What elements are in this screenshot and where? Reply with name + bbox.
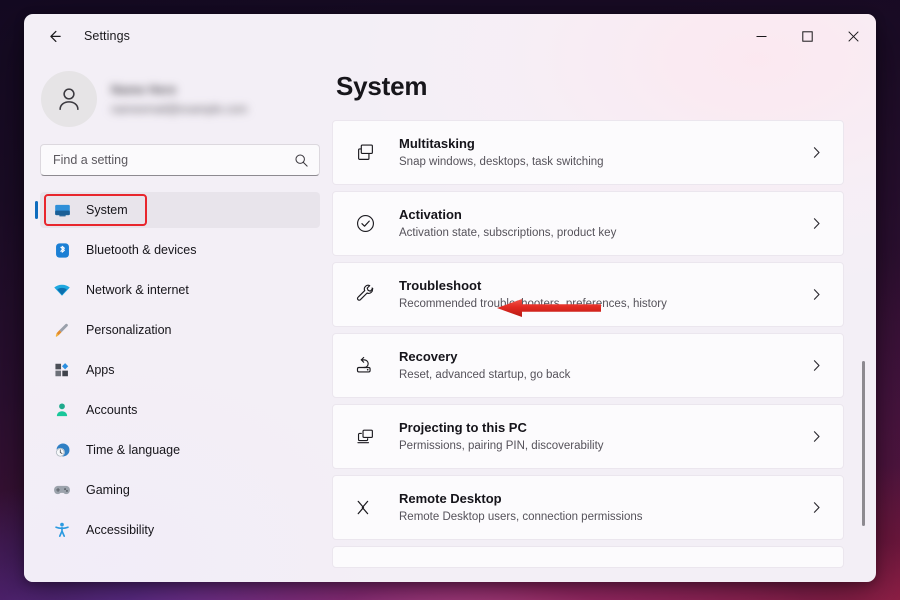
search-input[interactable] (53, 153, 294, 167)
sidebar-item-label: Network & internet (86, 283, 189, 297)
sidebar-item-label: Accounts (86, 403, 137, 417)
sidebar-item-label: Gaming (86, 483, 130, 497)
account-text: Name Here nameemail@example.com (111, 83, 247, 116)
bluetooth-icon (52, 240, 72, 260)
wrench-icon (353, 283, 377, 307)
settings-card-subtitle: Activation state, subscriptions, product… (399, 225, 810, 241)
account-email: nameemail@example.com (111, 104, 247, 116)
sidebar-item-label: Personalization (86, 323, 171, 337)
settings-card-troubleshoot[interactable]: Troubleshoot Recommended troubleshooters… (332, 262, 844, 327)
apps-grid-icon (52, 360, 72, 380)
settings-card-text: Recovery Reset, advanced startup, go bac… (399, 348, 810, 383)
search-icon (294, 153, 309, 168)
sidebar-item-label: Time & language (86, 443, 180, 457)
settings-card-multitasking[interactable]: Multitasking Snap windows, desktops, tas… (332, 120, 844, 185)
chevron-right-icon[interactable] (810, 146, 823, 159)
window-controls (738, 14, 876, 58)
settings-list: Multitasking Snap windows, desktops, tas… (332, 114, 876, 568)
recovery-undo-icon (353, 354, 377, 378)
monitor-icon (52, 200, 72, 220)
wifi-icon (52, 280, 72, 300)
settings-card-text: Remote Desktop Remote Desktop users, con… (399, 490, 810, 525)
sidebar-item-bluetooth-devices[interactable]: Bluetooth & devices (40, 232, 320, 268)
scrollbar[interactable] (859, 114, 869, 572)
account-block[interactable]: Name Here nameemail@example.com (40, 58, 320, 130)
window-title: Settings (84, 29, 130, 43)
check-circle-icon (353, 212, 377, 236)
settings-card-subtitle: Permissions, pairing PIN, discoverabilit… (399, 438, 810, 454)
maximize-icon (802, 31, 813, 42)
sidebar-item-time-language[interactable]: Time & language (40, 432, 320, 468)
title-bar: Settings (24, 14, 876, 58)
settings-card-text: Projecting to this PC Permissions, pairi… (399, 419, 810, 454)
remote-desktop-brackets-icon (353, 496, 377, 520)
accessibility-icon (52, 520, 72, 540)
multitasking-windows-icon (353, 141, 377, 165)
minimize-icon (756, 31, 767, 42)
settings-card-text: Troubleshoot Recommended troubleshooters… (399, 277, 810, 312)
settings-card-title: Recovery (399, 348, 810, 365)
scrollbar-thumb[interactable] (862, 361, 865, 526)
sidebar-item-accounts[interactable]: Accounts (40, 392, 320, 428)
settings-window: Settings (24, 14, 876, 582)
chevron-right-icon[interactable] (810, 430, 823, 443)
settings-card-title: Remote Desktop (399, 490, 810, 507)
sidebar-item-label: System (86, 203, 128, 217)
sidebar-item-network-internet[interactable]: Network & internet (40, 272, 320, 308)
settings-card-subtitle: Snap windows, desktops, task switching (399, 154, 810, 170)
minimize-button[interactable] (738, 14, 784, 58)
close-icon (848, 31, 859, 42)
page-title: System (336, 58, 876, 114)
sidebar-item-gaming[interactable]: Gaming (40, 472, 320, 508)
search-box[interactable] (40, 144, 320, 176)
sidebar: Name Here nameemail@example.com (24, 58, 332, 582)
chevron-right-icon[interactable] (810, 359, 823, 372)
person-icon (52, 400, 72, 420)
avatar (41, 71, 97, 127)
settings-card-title: Troubleshoot (399, 277, 810, 294)
settings-card-recovery[interactable]: Recovery Reset, advanced startup, go bac… (332, 333, 844, 398)
sidebar-item-label: Bluetooth & devices (86, 243, 197, 257)
settings-card-title: Activation (399, 206, 810, 223)
arrow-left-icon (46, 28, 63, 45)
sidebar-item-apps[interactable]: Apps (40, 352, 320, 388)
close-button[interactable] (830, 14, 876, 58)
settings-card-partial-bottom[interactable] (332, 546, 844, 568)
maximize-button[interactable] (784, 14, 830, 58)
settings-card-activation[interactable]: Activation Activation state, subscriptio… (332, 191, 844, 256)
settings-card-remote-desktop[interactable]: Remote Desktop Remote Desktop users, con… (332, 475, 844, 540)
sidebar-item-label: Accessibility (86, 523, 154, 537)
settings-card-projecting-to-this-pc[interactable]: Projecting to this PC Permissions, pairi… (332, 404, 844, 469)
sidebar-item-accessibility[interactable]: Accessibility (40, 512, 320, 548)
settings-card-subtitle: Remote Desktop users, connection permiss… (399, 509, 810, 525)
chevron-right-icon[interactable] (810, 501, 823, 514)
clock-globe-icon (52, 440, 72, 460)
settings-card-text: Multitasking Snap windows, desktops, tas… (399, 135, 810, 170)
gamepad-icon (52, 480, 72, 500)
settings-card-subtitle: Recommended troubleshooters, preferences… (399, 296, 810, 312)
sidebar-item-system[interactable]: System (40, 192, 320, 228)
paintbrush-icon (52, 320, 72, 340)
chevron-right-icon[interactable] (810, 288, 823, 301)
desktop-wallpaper: Settings (0, 0, 900, 600)
settings-card-title: Projecting to this PC (399, 419, 810, 436)
settings-card-text: Activation Activation state, subscriptio… (399, 206, 810, 241)
chevron-right-icon[interactable] (810, 217, 823, 230)
project-screens-icon (353, 425, 377, 449)
person-avatar-icon (54, 84, 84, 114)
nav-list: System Bluetooth & devices (40, 192, 320, 548)
sidebar-item-personalization[interactable]: Personalization (40, 312, 320, 348)
back-button[interactable] (38, 21, 70, 51)
main-content: System (332, 58, 876, 582)
settings-scroll-region: Multitasking Snap windows, desktops, tas… (332, 114, 876, 582)
window-body: Name Here nameemail@example.com (24, 58, 876, 582)
account-name: Name Here (111, 83, 247, 97)
settings-card-title: Multitasking (399, 135, 810, 152)
settings-card-subtitle: Reset, advanced startup, go back (399, 367, 810, 383)
sidebar-item-label: Apps (86, 363, 115, 377)
